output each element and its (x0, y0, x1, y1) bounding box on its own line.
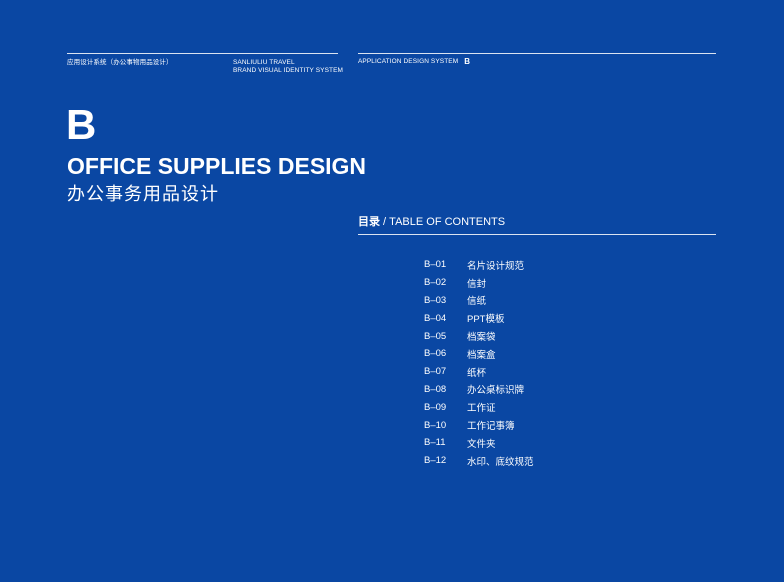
toc-item-code: B–02 (424, 277, 447, 289)
toc-item: B–12 水印、底纹规范 (424, 452, 534, 470)
toc-item-code: B–05 (424, 330, 447, 342)
toc-item: B–09 工作证 (424, 398, 534, 416)
toc-heading: 目录 / TABLE OF CONTENTS (358, 216, 505, 229)
toc-item: B–04 PPT模板 (424, 309, 534, 327)
toc-item-code: B–01 (424, 259, 447, 271)
toc-item: B–05 档案袋 (424, 327, 534, 345)
toc-item-label: 办公桌标识牌 (467, 385, 525, 397)
toc-item-label: 档案袋 (467, 332, 496, 344)
toc-item-code: B–04 (424, 312, 447, 324)
toc-item-code: B–10 (424, 419, 447, 431)
header-system: APPLICATION DESIGN SYSTEM B (358, 58, 470, 66)
header-left-label: 应用设计系统（办公事物用品设计） (67, 59, 173, 66)
toc-item-label: 名片设计规范 (467, 260, 525, 272)
toc-item-label: 水印、底纹规范 (467, 456, 534, 468)
toc-heading-sep: / (380, 216, 390, 228)
toc-item: B–08 办公桌标识牌 (424, 381, 534, 399)
toc-item-code: B–08 (424, 383, 447, 395)
toc-item-label: 工作记事簿 (467, 421, 515, 433)
header-system-letter: B (464, 57, 471, 66)
toc-item-label: 信纸 (467, 296, 487, 308)
toc-item-code: B–12 (424, 455, 447, 467)
toc-heading-en: TABLE OF CONTENTS (389, 216, 506, 228)
page: 应用设计系统（办公事物用品设计） SANLIULIU TRAVEL BRAND … (0, 0, 784, 582)
toc-item: B–11 文件夹 (424, 434, 534, 452)
toc-list: B–01 名片设计规范 B–02 信封 B–03 信纸 B–04 PPT模板 B–05 档… (424, 256, 534, 470)
header-system-label: APPLICATION DESIGN SYSTEM (358, 58, 459, 65)
header-brand-line1: SANLIULIU TRAVEL (233, 59, 295, 66)
toc-item-code: B–07 (424, 366, 447, 378)
toc-item-label: 工作证 (467, 403, 496, 415)
header-rule-right (358, 53, 716, 54)
toc-item-label: PPT模板 (467, 314, 505, 326)
toc-heading-cn: 目录 (358, 216, 380, 228)
section-title-en: OFFICE SUPPLIES DESIGN (67, 153, 367, 179)
toc-item-code: B–06 (424, 348, 447, 360)
toc-item: B–02 信封 (424, 274, 534, 292)
toc-item-code: B–09 (424, 401, 447, 413)
toc-item: B–10 工作记事簿 (424, 416, 534, 434)
toc-rule (358, 234, 716, 235)
toc-item: B–07 纸杯 (424, 363, 534, 381)
toc-item-label: 档案盒 (467, 349, 496, 361)
toc-item-code: B–11 (424, 437, 446, 449)
toc-item: B–01 名片设计规范 (424, 256, 534, 274)
toc-item-label: 信封 (467, 278, 487, 290)
toc-item: B–03 信纸 (424, 292, 534, 310)
section-letter: B (66, 101, 97, 148)
header-rule-left (67, 53, 338, 54)
toc-item-code: B–03 (424, 294, 447, 306)
header-brand-line2: BRAND VISUAL IDENTITY SYSTEM (233, 67, 344, 74)
toc-item-label: 纸杯 (467, 367, 487, 379)
section-title-cn: 办公事务用品设计 (67, 184, 219, 204)
toc-item: B–06 档案盒 (424, 345, 534, 363)
toc-item-label: 文件夹 (467, 438, 496, 450)
